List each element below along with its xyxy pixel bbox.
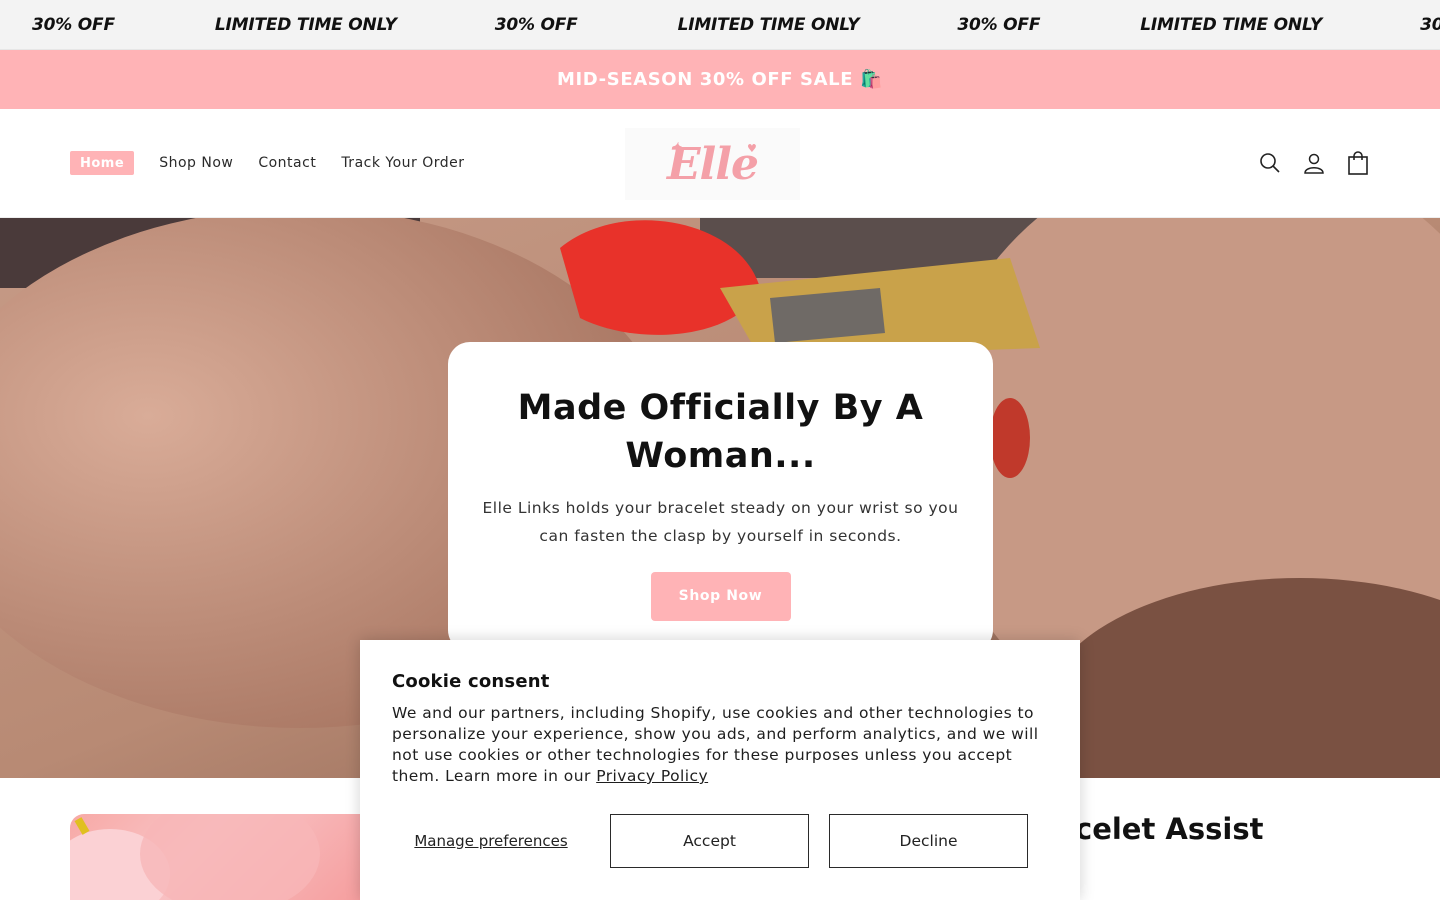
cookie-actions: Manage preferences Accept Decline — [392, 814, 1028, 868]
marquee-item: LIMITED TIME ONLY — [214, 15, 397, 35]
cookie-title: Cookie consent — [392, 671, 550, 692]
shop-now-button[interactable]: Shop Now — [650, 572, 791, 621]
marquee-item: 30% OFF — [494, 15, 578, 35]
marquee-item: 30% OFF — [1420, 15, 1440, 35]
site-logo[interactable]: ✦ Elle ♥ — [625, 128, 800, 200]
nav-shop-now[interactable]: Shop Now — [159, 151, 233, 175]
cookie-consent-dialog: Cookie consent We and our partners, incl… — [360, 640, 1080, 900]
nav-track-order[interactable]: Track Your Order — [341, 151, 464, 175]
hero-card: Made Officially By A Woman... Elle Links… — [448, 342, 993, 652]
announcement-text: MID-SEASON 30% OFF SALE 🛍️ — [557, 69, 883, 90]
hero-title: Made Officially By A Woman... — [517, 388, 924, 476]
decline-button[interactable]: Decline — [829, 814, 1028, 868]
accept-button[interactable]: Accept — [610, 814, 809, 868]
nav-contact[interactable]: Contact — [258, 151, 316, 175]
heart-icon: ♥ — [747, 142, 757, 155]
cookie-body-text: We and our partners, including Shopify, … — [392, 704, 1039, 785]
logo-text: Elle — [667, 138, 759, 190]
marquee-item: 30% OFF — [957, 15, 1041, 35]
nav-home[interactable]: Home — [70, 151, 135, 175]
marquee-bar: 30% OFF LIMITED TIME ONLY 30% OFF LIMITE… — [0, 0, 1440, 50]
cart-icon[interactable] — [1346, 149, 1370, 177]
main-nav: Home Shop Now Contact Track Your Order — [70, 151, 490, 175]
manage-preferences-link[interactable]: Manage preferences — [392, 814, 590, 868]
account-icon[interactable] — [1302, 149, 1326, 177]
product-title: celet Assist — [1075, 812, 1264, 846]
hero-subtitle: Elle Links holds your bracelet steady on… — [482, 499, 959, 545]
marquee-item: LIMITED TIME ONLY — [1140, 15, 1323, 35]
privacy-policy-link[interactable]: Privacy Policy — [596, 767, 708, 785]
marquee-item: 30% OFF — [32, 15, 115, 35]
marquee-item: LIMITED TIME ONLY — [677, 15, 860, 35]
cookie-body: We and our partners, including Shopify, … — [392, 703, 1048, 787]
search-icon[interactable] — [1258, 149, 1282, 177]
header-icons — [1238, 149, 1370, 177]
product-image — [70, 814, 370, 900]
sparkle-icon: ✦ — [671, 140, 681, 154]
announcement-bar: MID-SEASON 30% OFF SALE 🛍️ — [0, 50, 1440, 109]
site-header: Home Shop Now Contact Track Your Order ✦… — [0, 109, 1440, 218]
